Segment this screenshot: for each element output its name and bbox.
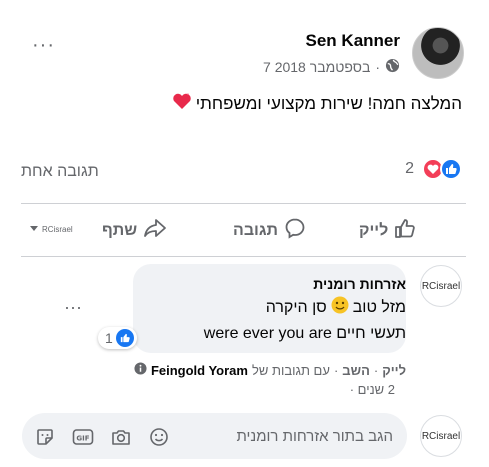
comment-time-text: 2 שנים xyxy=(357,382,395,397)
like-label: לייק xyxy=(359,221,389,239)
share-page-selector[interactable]: RCisrael xyxy=(30,225,73,234)
comment-reply-link[interactable]: השב xyxy=(342,363,370,378)
comment-timestamp[interactable]: 2 שנים · xyxy=(350,382,395,397)
share-button[interactable]: שתף xyxy=(102,217,167,244)
post-body: המלצה חמה! שירות מקצועי ומשפחתי xyxy=(172,92,462,115)
author-avatar[interactable] xyxy=(412,27,464,79)
sticker-icon[interactable] xyxy=(34,426,56,448)
avatar-text: RCisrael xyxy=(421,280,461,292)
comment-button[interactable]: תגובה xyxy=(233,217,306,244)
comment-reactions[interactable]: 1 xyxy=(98,327,137,349)
dot-separator: · xyxy=(373,362,379,378)
camera-icon[interactable] xyxy=(110,426,132,448)
comment-label: תגובה xyxy=(233,221,279,239)
comments-count[interactable]: תגובה אחת xyxy=(21,163,99,181)
replied-by-name[interactable]: Feingold Yoram xyxy=(151,363,248,378)
share-label: שתף xyxy=(102,221,138,239)
heart-emoji-icon xyxy=(172,92,192,115)
gif-icon[interactable]: GIF xyxy=(72,426,94,448)
post-date[interactable]: 7 בספטמבר 2018 xyxy=(263,59,370,75)
comment-line-2: תעשי חיים were ever you are xyxy=(203,325,406,342)
like-reaction-icon xyxy=(115,329,134,347)
comment-input-placeholder: הגב בתור אזרחות רומנית xyxy=(236,428,393,445)
avatar-text: RCisrael xyxy=(421,430,461,442)
meta-separator: · xyxy=(375,59,380,75)
comment-text-b: סן היקרה xyxy=(265,298,327,316)
comment-actions: לייק · השב · עם תגובות של Feingold Yoram xyxy=(134,362,406,378)
reply-avatar: RCisrael xyxy=(420,415,462,457)
chevron-down-icon xyxy=(30,225,38,234)
comment-text-a: מזל טוב xyxy=(352,298,406,316)
replied-by-prefix: עם תגובות של xyxy=(251,362,330,378)
smile-emoji-icon xyxy=(331,296,349,319)
dot-separator: · xyxy=(333,362,339,378)
like-icon xyxy=(394,217,416,244)
reactions-summary[interactable]: 2 xyxy=(405,158,462,180)
like-reaction-icon xyxy=(440,158,462,180)
reactions-count: 2 xyxy=(405,160,414,177)
divider xyxy=(21,256,466,257)
comment-line-1: מזל טוב סן היקרה xyxy=(266,296,406,319)
info-icon[interactable] xyxy=(134,362,147,378)
comment-like-link[interactable]: לייק xyxy=(382,363,406,378)
svg-text:GIF: GIF xyxy=(76,435,89,443)
post-meta: 7 בספטמבר 2018 · xyxy=(263,58,400,76)
comment-author[interactable]: אזרחות רומנית xyxy=(313,276,406,292)
comment-reaction-count: 1 xyxy=(105,330,113,346)
divider xyxy=(21,203,466,204)
share-page-label: RCisrael xyxy=(42,225,73,234)
share-icon xyxy=(143,217,167,244)
commenter-avatar[interactable]: RCisrael xyxy=(420,265,462,307)
globe-icon xyxy=(385,58,400,76)
comment-more-button[interactable]: ··· xyxy=(64,298,82,316)
comment-icon xyxy=(284,217,306,244)
like-button[interactable]: לייק xyxy=(359,217,416,244)
post-more-button[interactable]: ··· xyxy=(32,35,56,55)
post-author[interactable]: Sen Kanner xyxy=(306,31,400,51)
post-text: המלצה חמה! שירות מקצועי ומשפחתי xyxy=(195,93,462,113)
emoji-icon[interactable] xyxy=(148,426,170,448)
